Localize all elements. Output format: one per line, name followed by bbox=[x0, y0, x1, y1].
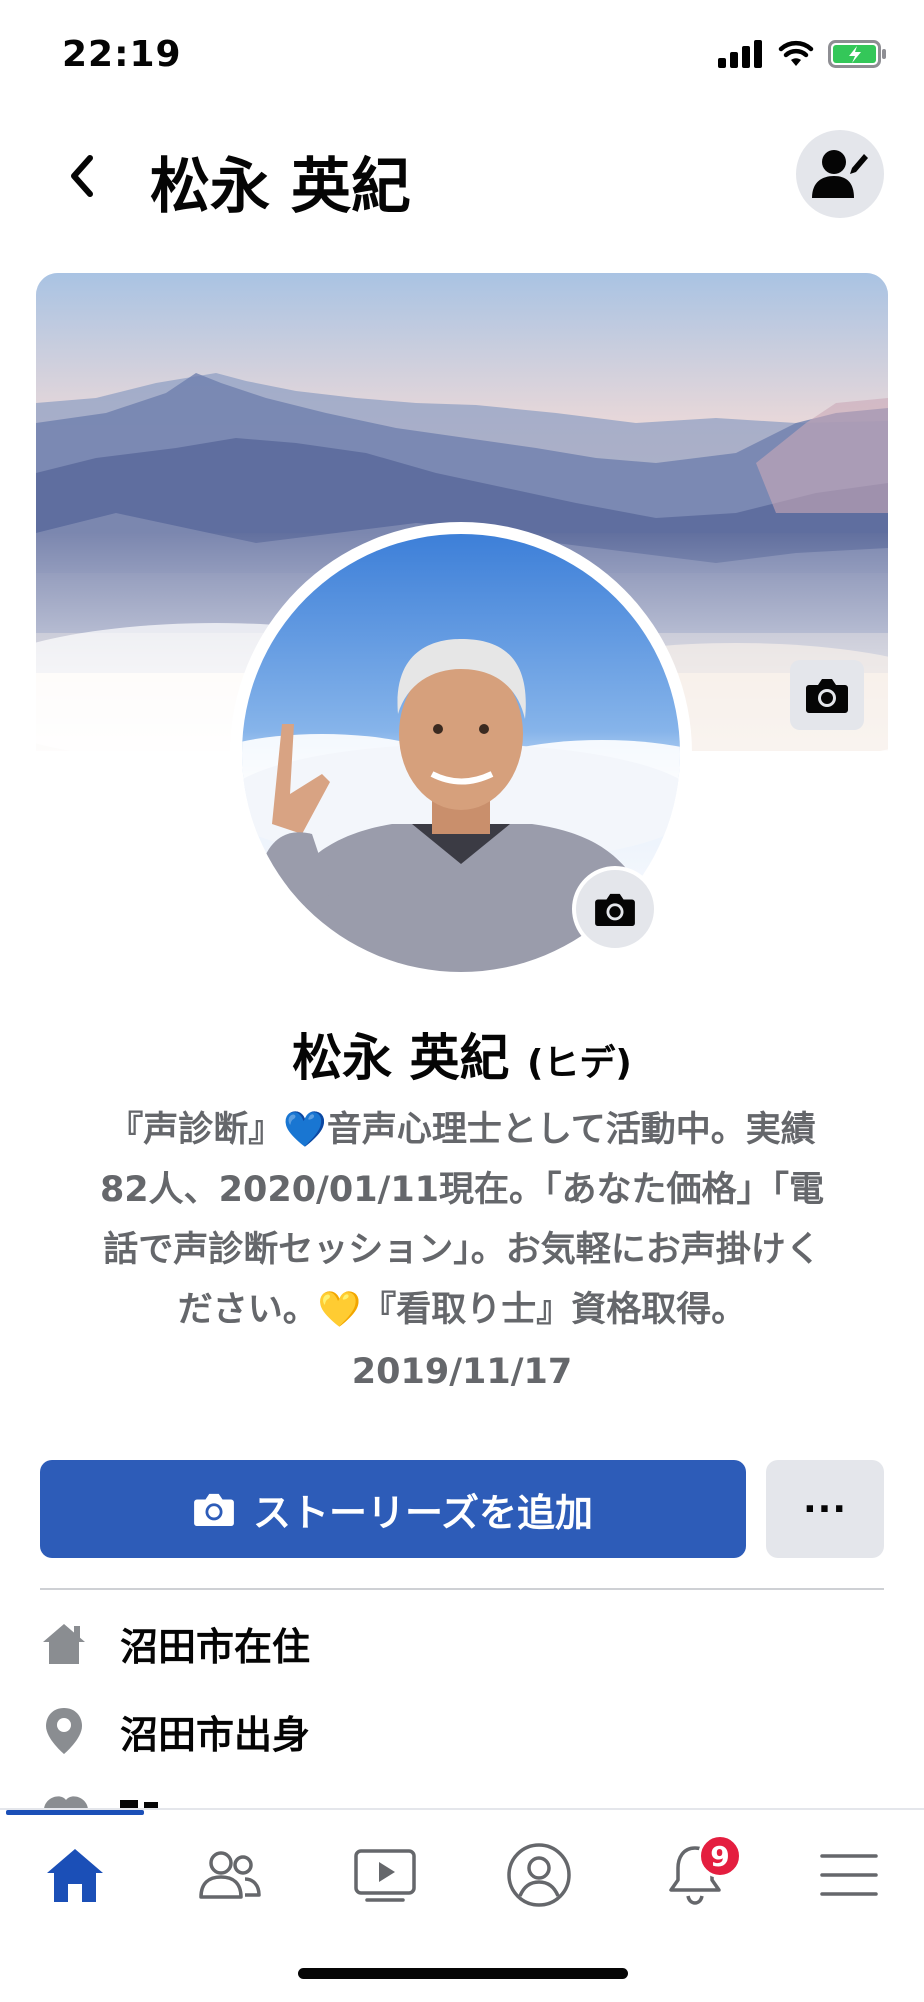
tab-watch[interactable] bbox=[330, 1830, 440, 1920]
bio-line: 話で声診断セッション」。お気軽にお声掛けく bbox=[103, 1230, 821, 1270]
alternate-name: (ヒデ) bbox=[526, 1043, 632, 1084]
profile-picture-camera-button[interactable] bbox=[572, 866, 658, 952]
profile-icon bbox=[507, 1843, 571, 1907]
info-lives-in[interactable]: 沼田市在住 bbox=[40, 1608, 884, 1678]
profile-bio: 『声診断』💙音声心理士として活動中。実績 82人、2020/01/11現在。「あ… bbox=[46, 1100, 878, 1402]
camera-icon bbox=[806, 679, 848, 713]
battery-icon bbox=[828, 40, 886, 68]
video-icon bbox=[354, 1849, 416, 1902]
home-icon bbox=[40, 1617, 88, 1669]
clock: 22:19 bbox=[62, 34, 182, 75]
edit-profile-icon bbox=[812, 150, 868, 198]
page-title: 松永 英紀 bbox=[150, 152, 411, 222]
bio-line: 82人、2020/01/11現在。「あなた価格」「電 bbox=[99, 1170, 825, 1210]
divider bbox=[40, 1588, 884, 1590]
add-story-label: ストーリーズを追加 bbox=[252, 1490, 594, 1535]
menu-icon bbox=[820, 1854, 878, 1896]
notification-badge: 9 bbox=[698, 1834, 742, 1878]
bottom-tab-bar: 9 bbox=[0, 1808, 924, 2002]
add-story-button[interactable]: ストーリーズを追加 bbox=[40, 1460, 746, 1558]
profile-header: 松永 英紀 bbox=[0, 120, 924, 230]
home-indicator bbox=[298, 1968, 628, 1979]
cover-camera-button[interactable] bbox=[790, 660, 864, 730]
bio-date: 2019/11/17 bbox=[351, 1352, 573, 1392]
camera-icon bbox=[595, 893, 635, 927]
profile-name-text: 松永 英紀 bbox=[292, 1029, 510, 1087]
hometown-text: 沼田市出身 bbox=[120, 1712, 311, 1757]
tab-home[interactable] bbox=[20, 1830, 130, 1920]
bio-line: ださい。💛『看取り士』資格取得。 bbox=[177, 1290, 747, 1330]
location-pin-icon bbox=[40, 1705, 88, 1757]
tab-menu[interactable] bbox=[794, 1830, 904, 1920]
info-hometown[interactable]: 沼田市出身 bbox=[40, 1696, 884, 1766]
tab-notifications[interactable]: 9 bbox=[640, 1830, 750, 1920]
chevron-left-icon bbox=[71, 155, 93, 197]
partial-info-row bbox=[40, 1790, 340, 1810]
profile-name: 松永 英紀 (ヒデ) bbox=[0, 1018, 924, 1090]
more-options-button[interactable]: ··· bbox=[766, 1460, 884, 1558]
wifi-icon bbox=[778, 40, 814, 66]
camera-icon bbox=[194, 1493, 234, 1527]
status-icons bbox=[718, 40, 888, 68]
signal-icon bbox=[718, 40, 762, 68]
more-options-icon: ··· bbox=[802, 1488, 848, 1530]
bio-line: 『声診断』💙音声心理士として活動中。実績 bbox=[108, 1110, 816, 1150]
back-button[interactable] bbox=[58, 150, 110, 202]
lives-in-text: 沼田市在住 bbox=[120, 1624, 311, 1669]
status-bar: 22:19 bbox=[0, 0, 924, 110]
tab-profile[interactable] bbox=[484, 1830, 594, 1920]
edit-profile-button[interactable] bbox=[796, 130, 884, 218]
friends-icon bbox=[199, 1851, 261, 1899]
tab-friends[interactable] bbox=[175, 1830, 285, 1920]
home-icon bbox=[47, 1849, 103, 1902]
active-tab-indicator bbox=[6, 1810, 144, 1815]
